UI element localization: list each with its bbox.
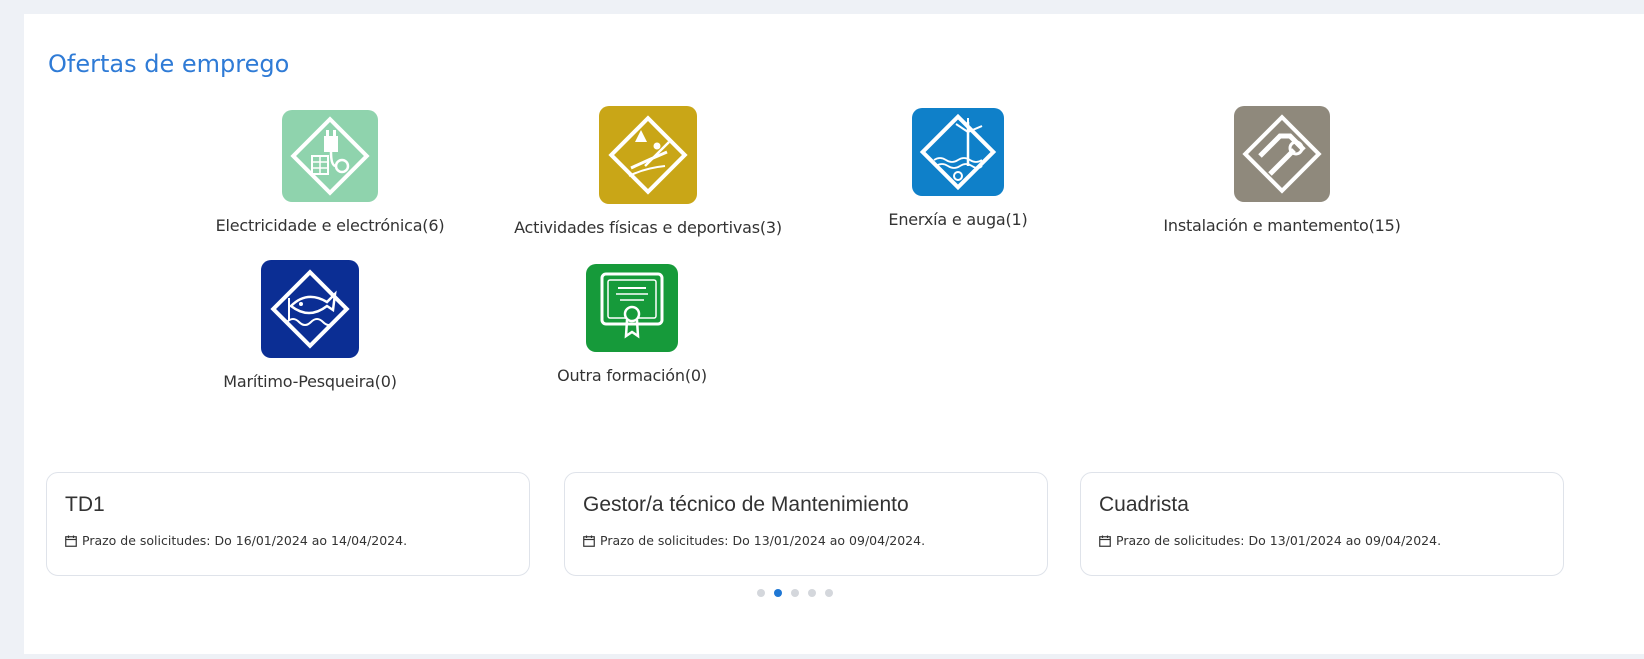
category-label: Enerxía e auga(1) bbox=[888, 210, 1028, 229]
wrench-pipe-icon bbox=[1234, 106, 1330, 202]
category-label: Marítimo-Pesqueira(0) bbox=[223, 372, 397, 391]
offer-deadline-text: Prazo de solicitudes: Do 13/01/2024 ao 0… bbox=[1116, 533, 1442, 548]
plug-solar-icon bbox=[282, 110, 378, 202]
category-label: Outra formación(0) bbox=[557, 366, 707, 385]
offer-deadline: Prazo de solicitudes: Do 13/01/2024 ao 0… bbox=[583, 533, 925, 548]
offer-card[interactable]: Gestor/a técnico de Mantenimiento Prazo … bbox=[564, 472, 1048, 576]
category-actividades-fisicas[interactable]: Actividades físicas e deportivas(3) bbox=[498, 106, 798, 237]
offer-title: TD1 bbox=[65, 493, 105, 516]
carousel-dot-5[interactable] bbox=[825, 589, 833, 597]
carousel-dot-2[interactable] bbox=[774, 589, 782, 597]
category-label: Electricidade e electrónica(6) bbox=[215, 216, 445, 235]
certificate-icon bbox=[586, 264, 678, 352]
offer-deadline-text: Prazo de solicitudes: Do 13/01/2024 ao 0… bbox=[600, 533, 926, 548]
carousel-dot-1[interactable] bbox=[757, 589, 765, 597]
carousel-pagination bbox=[757, 589, 833, 597]
offer-card[interactable]: Cuadrista Prazo de solicitudes: Do 13/01… bbox=[1080, 472, 1564, 576]
section-title: Ofertas de emprego bbox=[48, 50, 290, 78]
category-electricidade[interactable]: Electricidade e electrónica(6) bbox=[180, 110, 480, 235]
calendar-icon bbox=[583, 535, 595, 547]
offer-title: Gestor/a técnico de Mantenimiento bbox=[583, 493, 909, 516]
category-enerxia-auga[interactable]: Enerxía e auga(1) bbox=[808, 108, 1108, 229]
offer-deadline: Prazo de solicitudes: Do 13/01/2024 ao 0… bbox=[1099, 533, 1441, 548]
calendar-icon bbox=[1099, 535, 1111, 547]
offer-deadline-text: Prazo de solicitudes: Do 16/01/2024 ao 1… bbox=[82, 533, 408, 548]
category-instalacion-mantemento[interactable]: Instalación e mantemento(15) bbox=[1132, 106, 1432, 235]
calendar-icon bbox=[65, 535, 77, 547]
job-offers-panel: Ofertas de emprego Electricidade e elect… bbox=[24, 14, 1644, 654]
category-outra-formacion[interactable]: Outra formación(0) bbox=[482, 264, 782, 385]
offer-title: Cuadrista bbox=[1099, 493, 1189, 516]
carousel-dot-4[interactable] bbox=[808, 589, 816, 597]
offer-card[interactable]: TD1 Prazo de solicitudes: Do 16/01/2024 … bbox=[46, 472, 530, 576]
kayak-icon bbox=[599, 106, 697, 204]
fish-icon bbox=[261, 260, 359, 358]
carousel-dot-3[interactable] bbox=[791, 589, 799, 597]
wind-turbine-icon bbox=[912, 108, 1004, 196]
category-label: Actividades físicas e deportivas(3) bbox=[514, 218, 782, 237]
category-maritimo-pesqueira[interactable]: Marítimo-Pesqueira(0) bbox=[160, 260, 460, 391]
category-label: Instalación e mantemento(15) bbox=[1163, 216, 1401, 235]
offer-deadline: Prazo de solicitudes: Do 16/01/2024 ao 1… bbox=[65, 533, 407, 548]
